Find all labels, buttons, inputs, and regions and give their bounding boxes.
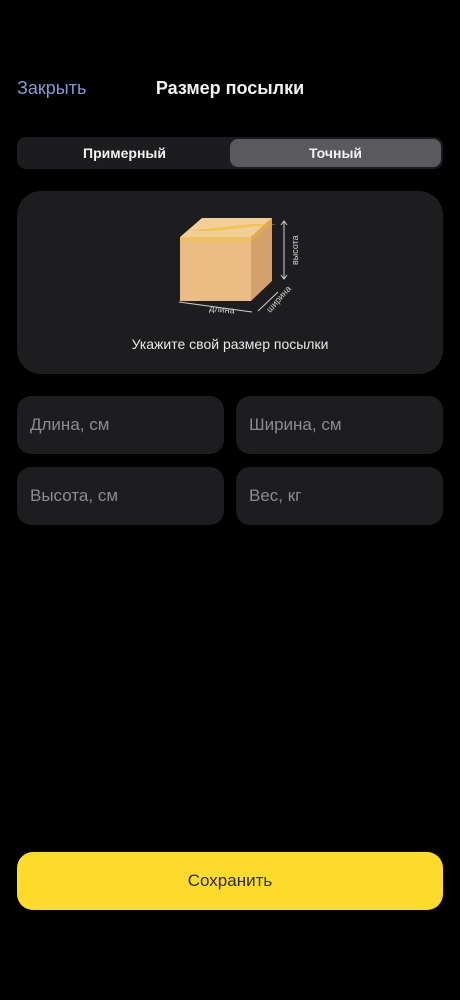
length-input[interactable]	[17, 396, 224, 454]
width-dimension-label: ширина	[264, 284, 293, 315]
parcel-size-screen: Закрыть Размер посылки Примерный Точный	[0, 0, 460, 1000]
height-dimension-label: высота	[290, 235, 300, 265]
width-input[interactable]	[236, 396, 443, 454]
illustration-caption: Укажите свой размер посылки	[131, 336, 329, 352]
parcel-box-illustration: высота длина ширина	[178, 218, 300, 316]
size-mode-segmented-control: Примерный Точный	[17, 137, 443, 169]
segment-approximate[interactable]: Примерный	[19, 139, 230, 167]
length-dimension-label: длина	[209, 303, 235, 316]
weight-input[interactable]	[236, 467, 443, 525]
page-title: Размер посылки	[155, 78, 305, 98]
height-input[interactable]	[17, 467, 224, 525]
segment-exact[interactable]: Точный	[230, 139, 441, 167]
save-button[interactable]: Сохранить	[17, 852, 443, 910]
header: Закрыть Размер посылки	[0, 70, 460, 106]
parcel-illustration-card: высота длина ширина Укажите свой размер …	[17, 191, 443, 374]
